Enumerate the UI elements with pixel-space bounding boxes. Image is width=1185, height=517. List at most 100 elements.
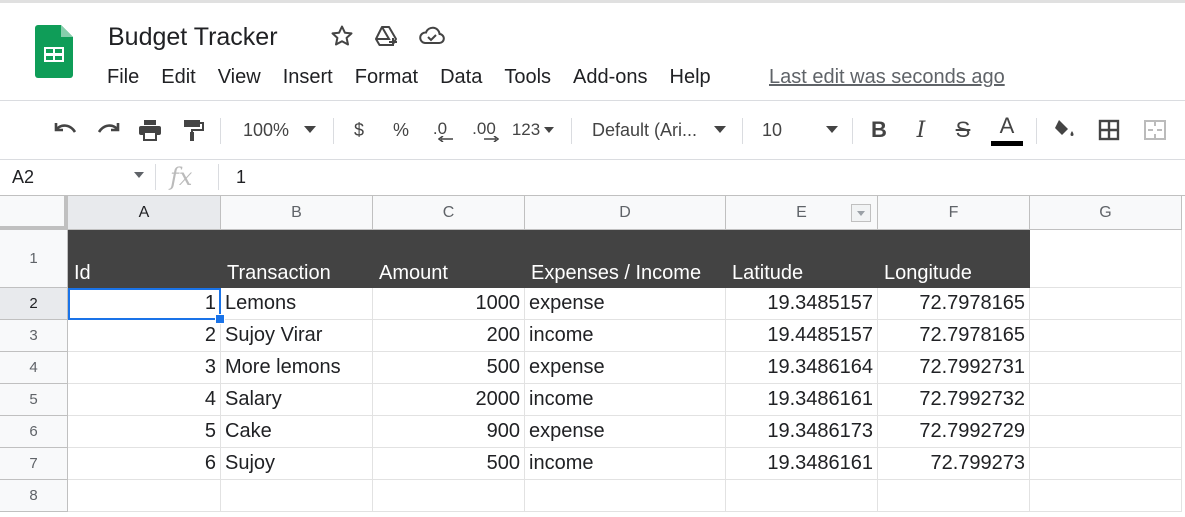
- last-edit-link[interactable]: Last edit was seconds ago: [769, 64, 1005, 90]
- column-header-c[interactable]: C: [373, 196, 525, 230]
- row-header-5[interactable]: 5: [0, 384, 68, 416]
- select-all-corner[interactable]: [0, 196, 68, 230]
- sheets-logo-icon[interactable]: [35, 25, 73, 78]
- strikethrough-button[interactable]: S: [950, 106, 976, 154]
- cell-type[interactable]: income: [525, 448, 726, 480]
- empty-cell[interactable]: [525, 480, 726, 512]
- table-header-expenses-income[interactable]: Expenses / Income: [525, 230, 726, 288]
- column-e-dropdown-icon[interactable]: [851, 204, 871, 222]
- menu-help[interactable]: Help: [670, 64, 711, 90]
- cell-latitude[interactable]: 19.3486173: [726, 416, 878, 448]
- cell-type[interactable]: expense: [525, 416, 726, 448]
- percent-format-button[interactable]: %: [388, 106, 414, 154]
- row-header-2[interactable]: 2: [0, 288, 68, 320]
- cell-id[interactable]: 4: [68, 384, 221, 416]
- empty-cell[interactable]: [68, 480, 221, 512]
- zoom-select[interactable]: 100%: [238, 106, 294, 154]
- column-header-g[interactable]: G: [1030, 196, 1182, 230]
- currency-format-button[interactable]: $: [346, 106, 372, 154]
- cell-transaction[interactable]: Lemons: [221, 288, 373, 320]
- row-header-3[interactable]: 3: [0, 320, 68, 352]
- menu-insert[interactable]: Insert: [283, 64, 333, 90]
- empty-cell[interactable]: [726, 480, 878, 512]
- redo-icon[interactable]: [92, 106, 124, 154]
- cell-transaction[interactable]: Cake: [221, 416, 373, 448]
- column-header-a[interactable]: A: [68, 196, 221, 230]
- increase-decimal-button[interactable]: .00: [466, 106, 502, 154]
- cell-latitude[interactable]: 19.3486161: [726, 448, 878, 480]
- document-title[interactable]: Budget Tracker: [108, 20, 278, 54]
- cell-type[interactable]: expense: [525, 352, 726, 384]
- empty-cell[interactable]: [1030, 480, 1182, 512]
- cell-longitude[interactable]: 72.7992729: [878, 416, 1030, 448]
- paint-format-icon[interactable]: [177, 106, 209, 154]
- name-box[interactable]: A2: [12, 161, 152, 193]
- cell-transaction[interactable]: Sujoy: [221, 448, 373, 480]
- bold-button[interactable]: B: [866, 106, 892, 154]
- cell-longitude[interactable]: 72.7978165: [878, 320, 1030, 352]
- font-size-select[interactable]: 10: [762, 106, 788, 154]
- menu-view[interactable]: View: [218, 64, 261, 90]
- menu-add-ons[interactable]: Add-ons: [573, 64, 648, 90]
- row-header-4[interactable]: 4: [0, 352, 68, 384]
- formula-input[interactable]: 1: [236, 161, 246, 193]
- empty-cell[interactable]: [1030, 384, 1182, 416]
- font-family-select[interactable]: Default (Ari...: [592, 106, 704, 154]
- empty-cell[interactable]: [1030, 320, 1182, 352]
- cloud-saved-icon[interactable]: [419, 22, 445, 50]
- column-header-f[interactable]: F: [878, 196, 1030, 230]
- cell-type[interactable]: expense: [525, 288, 726, 320]
- move-to-drive-icon[interactable]: [374, 22, 400, 50]
- star-icon[interactable]: [329, 22, 355, 50]
- cell-latitude[interactable]: 19.3485157: [726, 288, 878, 320]
- font-size-dropdown-icon[interactable]: [822, 106, 842, 154]
- column-header-b[interactable]: B: [221, 196, 373, 230]
- cell-amount[interactable]: 1000: [373, 288, 525, 320]
- cell-id[interactable]: 3: [68, 352, 221, 384]
- cell-id[interactable]: 2: [68, 320, 221, 352]
- menu-file[interactable]: File: [107, 64, 139, 90]
- empty-cell[interactable]: [1030, 288, 1182, 320]
- cell-type[interactable]: income: [525, 384, 726, 416]
- fill-handle[interactable]: [215, 314, 225, 324]
- empty-cell[interactable]: [221, 480, 373, 512]
- row-header-1[interactable]: 1: [0, 230, 68, 288]
- empty-cell[interactable]: [1030, 448, 1182, 480]
- cell-longitude[interactable]: 72.7992731: [878, 352, 1030, 384]
- borders-icon[interactable]: [1094, 106, 1124, 154]
- font-dropdown-icon[interactable]: [710, 106, 730, 154]
- more-formats-dropdown-icon[interactable]: [542, 106, 556, 154]
- name-box-dropdown-icon[interactable]: [134, 172, 144, 178]
- table-header-id[interactable]: Id: [68, 230, 221, 288]
- fill-color-icon[interactable]: [1050, 106, 1080, 154]
- menu-format[interactable]: Format: [355, 64, 418, 90]
- cell-amount[interactable]: 2000: [373, 384, 525, 416]
- cell-amount[interactable]: 200: [373, 320, 525, 352]
- table-header-amount[interactable]: Amount: [373, 230, 525, 288]
- row-header-8[interactable]: 8: [0, 480, 68, 512]
- menu-tools[interactable]: Tools: [504, 64, 551, 90]
- more-formats-button[interactable]: 123: [508, 106, 544, 154]
- cell-latitude[interactable]: 19.3486164: [726, 352, 878, 384]
- empty-cell[interactable]: [373, 480, 525, 512]
- decrease-decimal-button[interactable]: .0: [424, 106, 456, 154]
- cell-transaction[interactable]: Sujoy Virar: [221, 320, 373, 352]
- zoom-dropdown-icon[interactable]: [300, 106, 320, 154]
- cell-amount[interactable]: 500: [373, 448, 525, 480]
- cell-type[interactable]: income: [525, 320, 726, 352]
- cell-longitude[interactable]: 72.7992732: [878, 384, 1030, 416]
- empty-cell[interactable]: [1030, 352, 1182, 384]
- cell-id[interactable]: 6: [68, 448, 221, 480]
- empty-cell[interactable]: [1030, 416, 1182, 448]
- merge-cells-icon[interactable]: [1140, 106, 1170, 154]
- cell-id[interactable]: 5: [68, 416, 221, 448]
- empty-cell[interactable]: [878, 480, 1030, 512]
- table-header-transaction[interactable]: Transaction: [221, 230, 373, 288]
- cell-latitude[interactable]: 19.3486161: [726, 384, 878, 416]
- cell-latitude[interactable]: 19.4485157: [726, 320, 878, 352]
- menu-data[interactable]: Data: [440, 64, 482, 90]
- menu-edit[interactable]: Edit: [161, 64, 195, 90]
- row-header-6[interactable]: 6: [0, 416, 68, 448]
- cell-longitude[interactable]: 72.799273: [878, 448, 1030, 480]
- print-icon[interactable]: [134, 106, 166, 154]
